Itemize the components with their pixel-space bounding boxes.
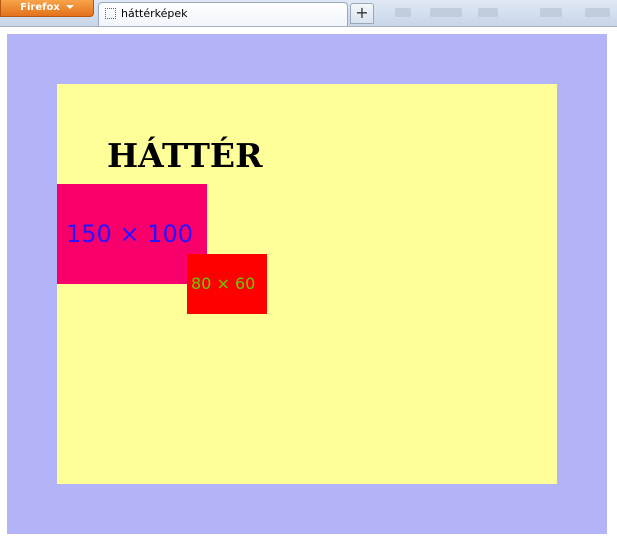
box-80x60-label: 80 × 60: [191, 274, 256, 293]
firefox-menu-label: Firefox: [20, 2, 60, 13]
page-viewport: HÁTTÉR 150 × 100 80 × 60: [7, 34, 607, 534]
browser-titlebar: Firefox háttérképek +: [0, 0, 617, 27]
box-80x60: 80 × 60: [187, 254, 267, 314]
blurred-toolbar-item: [478, 8, 498, 17]
blurred-toolbar-item: [430, 8, 462, 17]
page-heading: HÁTTÉR: [107, 136, 263, 175]
blurred-toolbar-item: [540, 8, 562, 17]
content-box: HÁTTÉR 150 × 100 80 × 60: [57, 84, 557, 484]
firefox-menu-button[interactable]: Firefox: [0, 0, 94, 17]
blurred-toolbar-item: [585, 8, 610, 17]
tab-title: háttérképek: [121, 7, 188, 20]
browser-tab-active[interactable]: háttérképek: [98, 2, 348, 26]
box-150x100-label: 150 × 100: [66, 220, 193, 248]
blank-page-icon: [105, 8, 116, 19]
new-tab-button[interactable]: +: [350, 3, 374, 24]
box-150x100: 150 × 100: [57, 184, 207, 284]
blurred-toolbar-item: [395, 8, 411, 17]
chevron-down-icon: [65, 5, 74, 9]
